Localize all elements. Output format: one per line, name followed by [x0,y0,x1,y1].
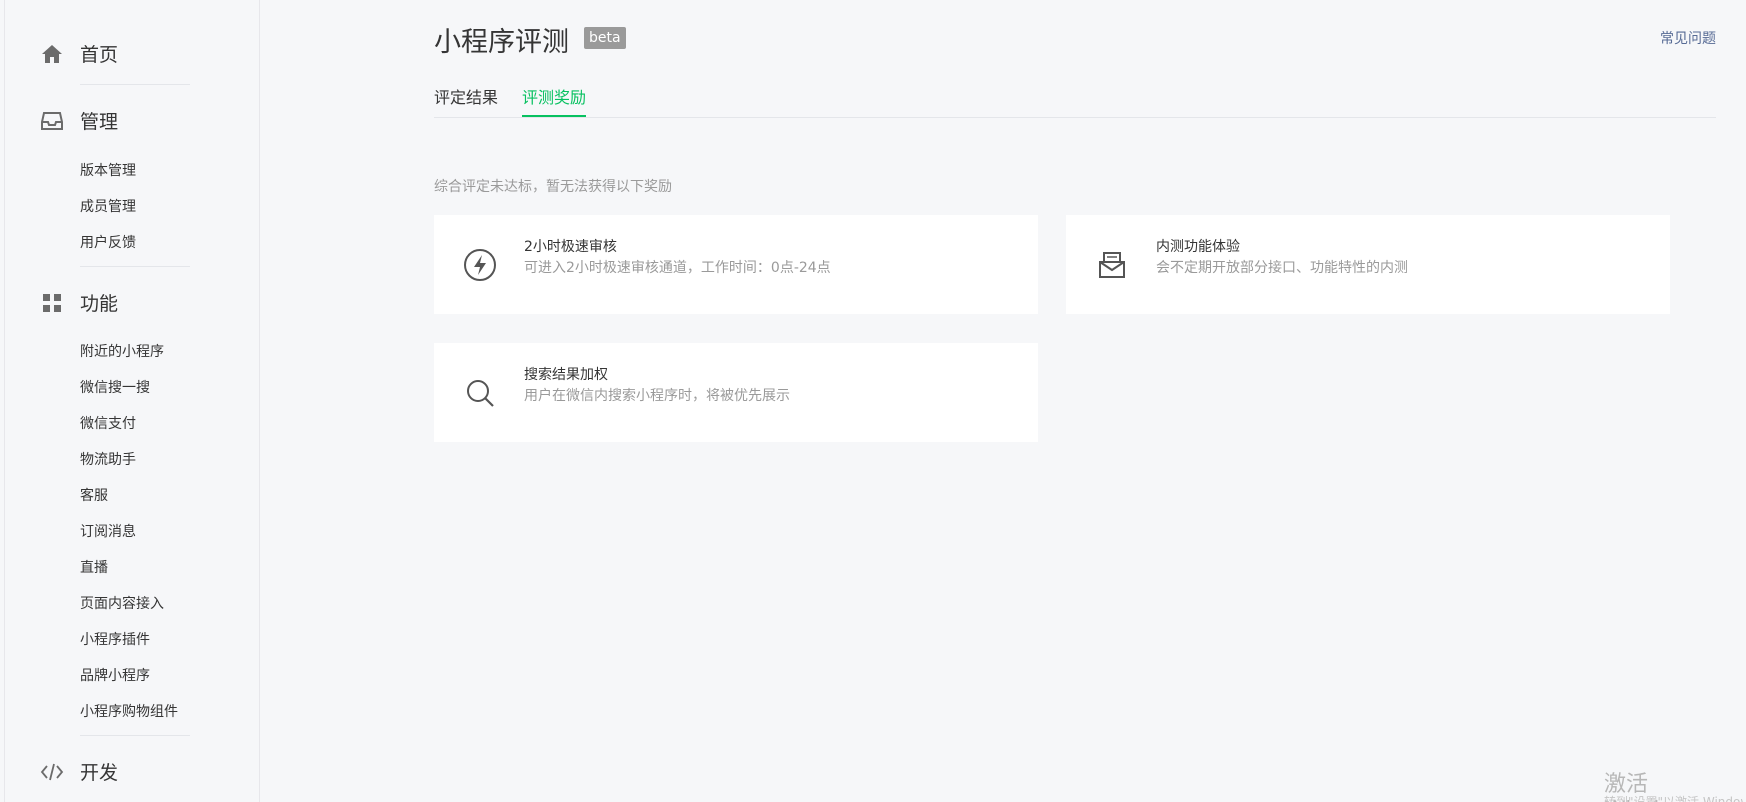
search-icon [462,375,498,411]
sidebar-divider [80,266,190,267]
inbox-icon [40,109,64,133]
reward-desc: 会不定期开放部分接口、功能特性的内测 [1156,260,1408,276]
tab-evaluation-result[interactable]: 评定结果 [434,84,498,116]
sidebar-item-brand-miniprogram[interactable]: 品牌小程序 [80,665,150,685]
sidebar-divider [80,735,190,736]
reward-desc: 可进入2小时极速审核通道，工作时间：0点-24点 [524,260,831,276]
reward-title: 2小时极速审核 [524,239,617,255]
sidebar-item-label: 功能 [80,293,119,315]
sidebar-edge [4,0,5,802]
sidebar-item-logistics[interactable]: 物流助手 [80,449,136,469]
reward-card-beta-features: 内测功能体验 会不定期开放部分接口、功能特性的内测 [1066,215,1670,314]
sidebar-item-page-content[interactable]: 页面内容接入 [80,593,164,613]
sidebar-item-live[interactable]: 直播 [80,557,108,577]
sidebar-item-manage[interactable]: 管理 [40,107,118,134]
reward-desc: 用户在微信内搜索小程序时，将被优先展示 [524,388,790,404]
sidebar-item-label: 开发 [80,762,119,784]
sidebar-item-member-management[interactable]: 成员管理 [80,196,136,216]
code-icon [40,760,64,784]
tabs-bar: 评定结果 评测奖励 [434,84,1716,118]
sidebar-item-user-feedback[interactable]: 用户反馈 [80,232,136,252]
sidebar-item-plugins[interactable]: 小程序插件 [80,629,150,649]
sidebar-item-wechat-search[interactable]: 微信搜一搜 [80,377,150,397]
grid-icon [40,291,64,315]
sidebar-divider [80,84,190,85]
sidebar-item-home[interactable]: 首页 [40,40,118,67]
reward-card-search-boost: 搜索结果加权 用户在微信内搜索小程序时，将被优先展示 [434,343,1038,442]
faq-link[interactable]: 常见问题 [1660,28,1716,48]
sidebar-item-customer-service[interactable]: 客服 [80,485,108,505]
sidebar-item-version-management[interactable]: 版本管理 [80,160,136,180]
sidebar-item-label: 首页 [80,44,119,66]
sidebar-item-label: 管理 [80,111,119,133]
sidebar-item-nearby-miniprogram[interactable]: 附近的小程序 [80,341,164,361]
sidebar-item-subscription-message[interactable]: 订阅消息 [80,521,136,541]
app-root: 首页 管理 版本管理 成员管理 用户反馈 功能 附近的小程序 微信搜一搜 微信支… [0,0,1746,802]
sidebar-item-features[interactable]: 功能 [40,289,118,316]
reward-title: 内测功能体验 [1156,239,1240,255]
reward-title: 搜索结果加权 [524,367,608,383]
sidebar-item-develop[interactable]: 开发 [40,758,118,785]
sidebar-item-shopping-component[interactable]: 小程序购物组件 [80,701,178,721]
tab-evaluation-reward[interactable]: 评测奖励 [522,84,587,117]
reward-notice: 综合评定未达标，暂无法获得以下奖励 [434,179,672,195]
home-icon [40,42,64,66]
page-title: 小程序评测 [434,27,569,58]
beta-badge: beta [584,27,626,49]
windows-activation-subtitle: 转到"设置"以激活 Windows。 [1604,795,1744,802]
sidebar: 首页 管理 版本管理 成员管理 用户反馈 功能 附近的小程序 微信搜一搜 微信支… [0,0,260,802]
envelope-icon [1094,247,1130,283]
reward-card-fast-review: 2小时极速审核 可进入2小时极速审核通道，工作时间：0点-24点 [434,215,1038,314]
sidebar-item-wechat-pay[interactable]: 微信支付 [80,413,136,433]
lightning-icon [462,247,498,283]
